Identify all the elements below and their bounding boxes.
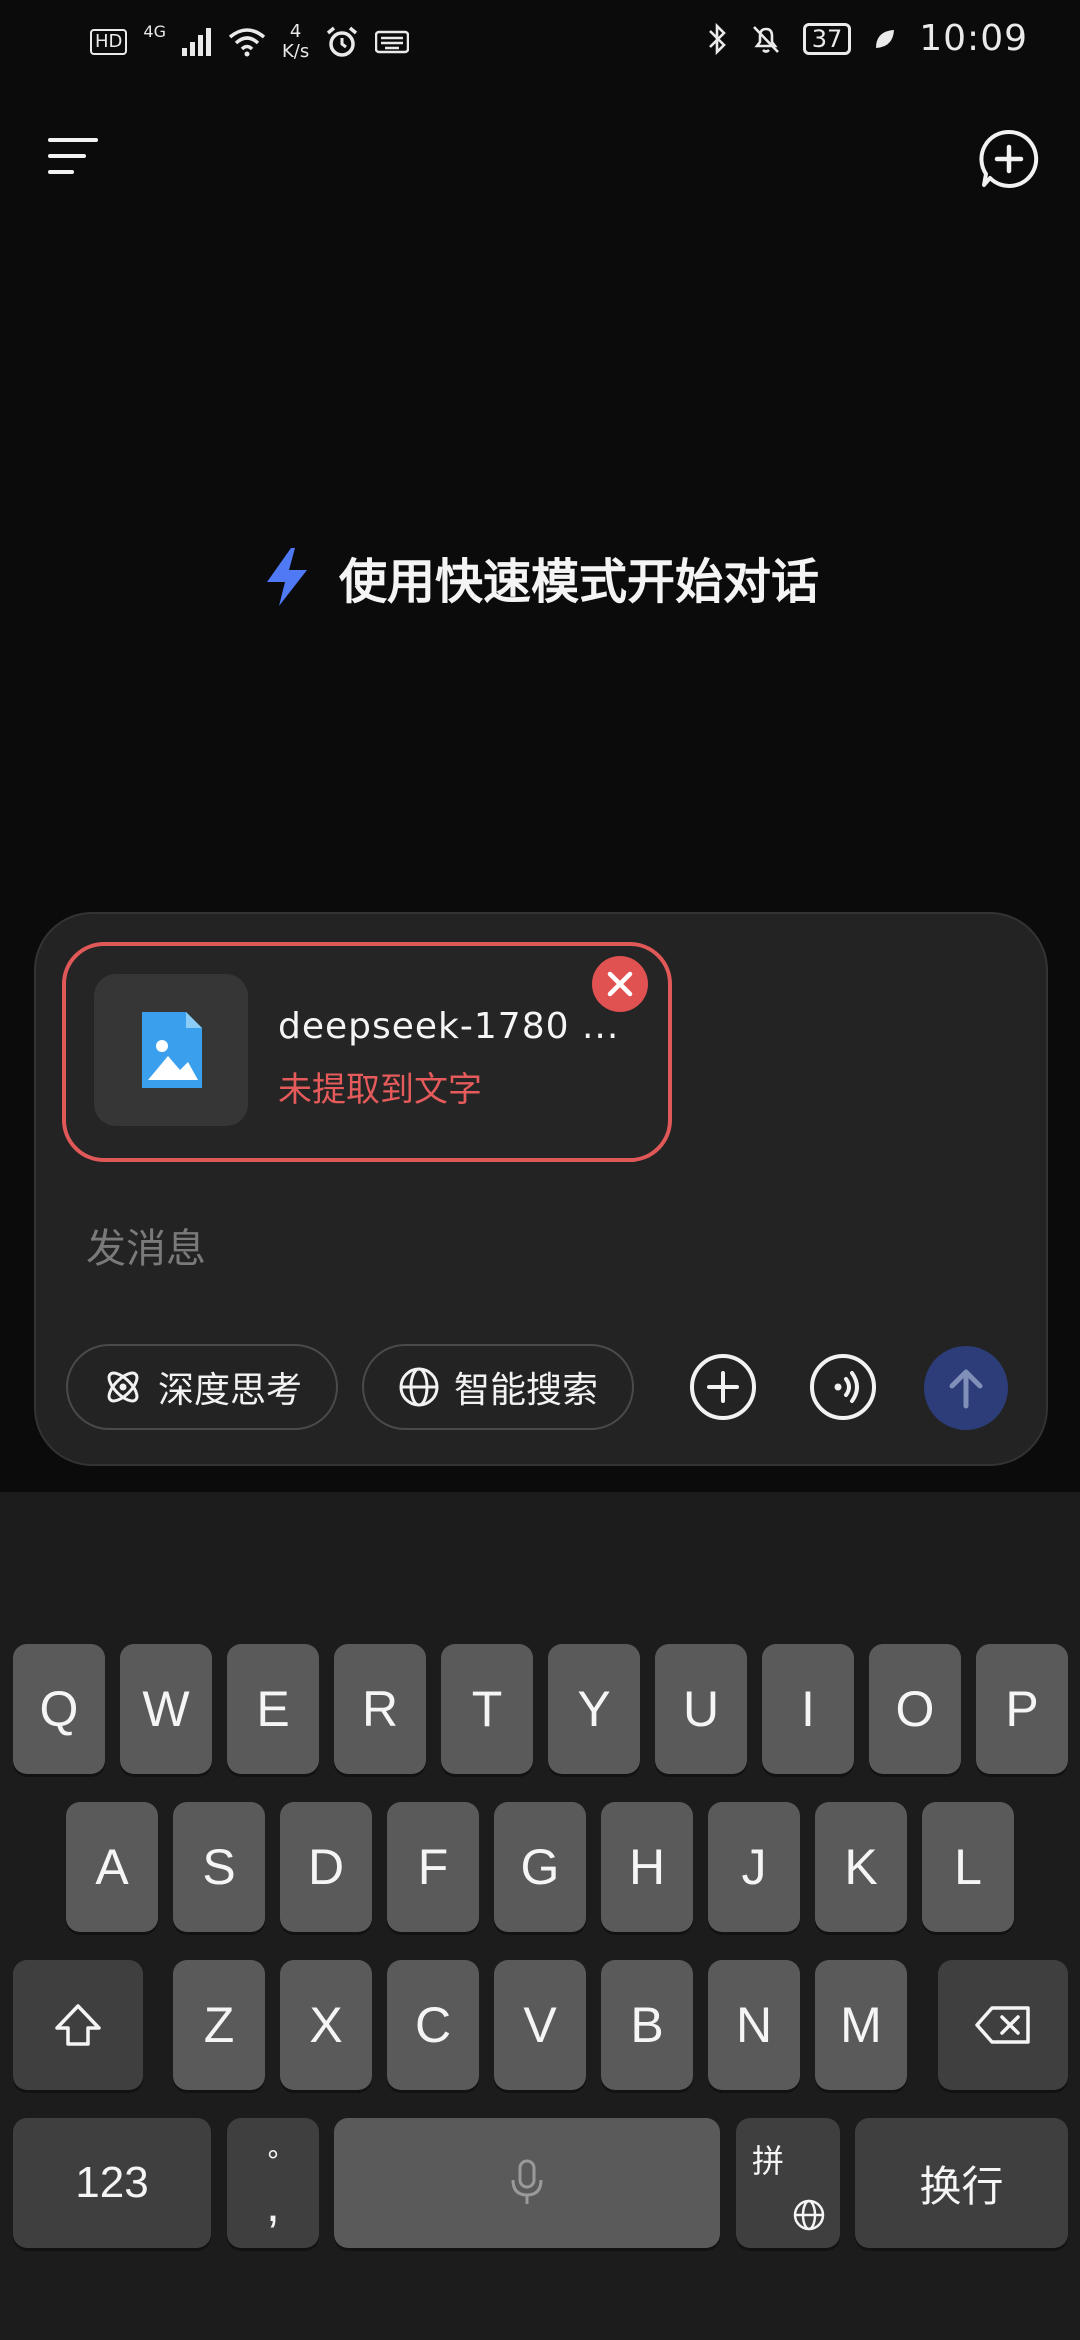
key-q[interactable]: Q — [13, 1644, 105, 1774]
key-w[interactable]: W — [120, 1644, 212, 1774]
new-chat-button[interactable] — [978, 128, 1040, 190]
key-j[interactable]: J — [708, 1802, 800, 1932]
status-bar: HD 4G 4 K/s 37 10:09 — [0, 0, 1080, 86]
key-y[interactable]: Y — [548, 1644, 640, 1774]
add-attachment-button[interactable] — [688, 1352, 758, 1422]
attachment-status: 未提取到文字 — [278, 1070, 482, 1110]
key-h[interactable]: H — [601, 1802, 693, 1932]
send-button[interactable] — [924, 1346, 1008, 1430]
backspace-icon — [975, 2006, 1030, 2044]
keyboard-indicator-icon — [375, 30, 410, 54]
key-u[interactable]: U — [655, 1644, 747, 1774]
backspace-key[interactable] — [938, 1960, 1068, 2090]
quick-mode-hint: 使用快速模式开始对话 — [0, 542, 1080, 612]
pinyin-label: 拼 — [752, 2142, 785, 2180]
remove-attachment-button[interactable] — [592, 956, 648, 1012]
message-input[interactable] — [84, 1218, 988, 1280]
battery-indicator: 37 — [802, 22, 852, 55]
globe-icon — [399, 1367, 439, 1407]
key-i[interactable]: I — [762, 1644, 854, 1774]
deep-think-toggle[interactable]: 深度思考 — [66, 1344, 338, 1430]
mute-bell-icon — [752, 25, 779, 53]
key-p[interactable]: P — [976, 1644, 1068, 1774]
key-a[interactable]: A — [66, 1802, 158, 1932]
net-speed-value: 4 — [289, 21, 302, 42]
language-globe-icon — [793, 2199, 825, 2231]
image-file-icon — [142, 1012, 202, 1088]
key-v[interactable]: V — [494, 1960, 586, 2090]
file-thumbnail — [94, 974, 248, 1126]
key-l[interactable]: L — [922, 1802, 1014, 1932]
attachment-file-name: deepseek-1780 ... — [278, 1006, 618, 1047]
enter-key[interactable]: 换行 — [855, 2118, 1068, 2248]
plus-circle-icon — [690, 1354, 756, 1420]
key-o[interactable]: O — [869, 1644, 961, 1774]
net-speed-unit: K/s — [281, 41, 310, 62]
power-saving-leaf-icon — [876, 29, 895, 48]
smart-search-toggle[interactable]: 智能搜索 — [362, 1344, 634, 1430]
key-k[interactable]: K — [815, 1802, 907, 1932]
hd-icon: HD — [90, 29, 128, 55]
atom-icon — [107, 1371, 139, 1403]
menu-icon — [48, 138, 98, 174]
wifi-icon — [228, 28, 266, 57]
arrow-up-icon — [949, 1369, 983, 1409]
key-d[interactable]: D — [280, 1802, 372, 1932]
shift-arrow-icon — [55, 2004, 101, 2046]
key-f[interactable]: F — [387, 1802, 479, 1932]
bluetooth-icon — [708, 22, 726, 55]
key-g[interactable]: G — [494, 1802, 586, 1932]
key-r[interactable]: R — [334, 1644, 426, 1774]
shift-key[interactable] — [13, 1960, 143, 2090]
microphone-icon — [511, 2159, 543, 2204]
punctuation-key[interactable]: ° , — [227, 2118, 319, 2248]
cellular-signal-icon — [181, 28, 211, 56]
smart-search-label: 智能搜索 — [453, 1370, 598, 1411]
key-e[interactable]: E — [227, 1644, 319, 1774]
key-x[interactable]: X — [280, 1960, 372, 2090]
key-s[interactable]: S — [173, 1802, 265, 1932]
net-speed: 4 K/s — [282, 22, 309, 62]
new-chat-icon — [979, 129, 1039, 188]
numbers-key[interactable]: 123 — [13, 2118, 211, 2248]
status-right-icons: 37 10:09 — [707, 18, 1028, 59]
voice-wave-icon — [810, 1354, 876, 1420]
space-key[interactable] — [334, 2118, 720, 2248]
key-m[interactable]: M — [815, 1960, 907, 2090]
alarm-icon — [327, 26, 358, 57]
key-c[interactable]: C — [387, 1960, 479, 2090]
status-left-icons: HD 4G 4 K/s — [90, 22, 410, 62]
voice-call-button[interactable] — [808, 1352, 878, 1422]
hint-text: 使用快速模式开始对话 — [338, 554, 819, 610]
sidebar-menu-button[interactable] — [44, 134, 104, 178]
close-icon — [607, 971, 633, 997]
punct-bottom: , — [266, 2176, 280, 2232]
lightning-icon — [266, 548, 307, 606]
key-b[interactable]: B — [601, 1960, 693, 2090]
clock: 10:09 — [919, 18, 1028, 59]
soft-keyboard: Q W E R T Y U I O P A S D F G H J K L Z … — [0, 1492, 1080, 2340]
key-n[interactable]: N — [708, 1960, 800, 2090]
deep-think-label: 深度思考 — [157, 1370, 302, 1411]
key-t[interactable]: T — [441, 1644, 533, 1774]
network-type: 4G — [143, 22, 166, 41]
ime-switch-key[interactable]: 拼 — [736, 2118, 840, 2248]
key-z[interactable]: Z — [173, 1960, 265, 2090]
